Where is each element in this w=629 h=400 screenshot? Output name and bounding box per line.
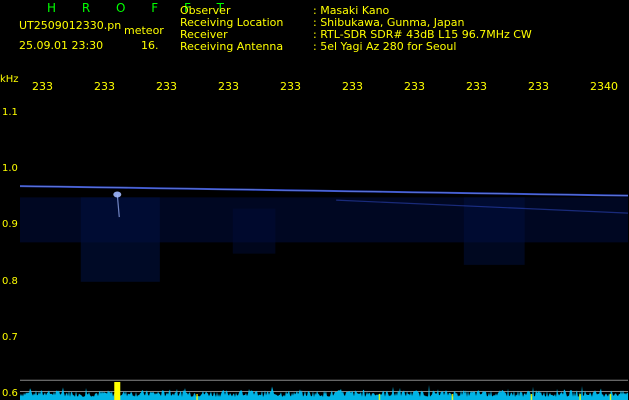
peak-speck xyxy=(378,394,381,400)
filename-label: UT2509012330.pn xyxy=(19,19,122,32)
time-axis: 233 233 233 233 233 233 233 233 233 2340 xyxy=(0,80,629,94)
time-tick-label: 233 xyxy=(280,80,301,93)
carrier-core xyxy=(20,185,628,196)
time-tick-label: 233 xyxy=(218,80,239,93)
time-tick-label: 233 xyxy=(32,80,53,93)
time-tick-label: 233 xyxy=(156,80,177,93)
noise-band xyxy=(232,208,276,254)
time-tick-label: 233 xyxy=(342,80,363,93)
freq-tick-label: 1.0 xyxy=(2,163,18,175)
peak-speck xyxy=(609,394,612,400)
time-tick-label: 233 xyxy=(528,80,549,93)
frequency-axis: 1.1 1.0 0.9 0.8 0.7 0.6 xyxy=(0,0,20,400)
time-tick-label: 2340 xyxy=(590,80,618,93)
peak-speck xyxy=(196,394,198,400)
peak-speck xyxy=(451,394,454,400)
time-tick-label: 233 xyxy=(94,80,115,93)
peak-speck xyxy=(579,394,581,400)
peak-speck xyxy=(530,394,533,400)
meta-values: : Masaki Kano : Shibukawa, Gunma, Japan … xyxy=(313,5,532,53)
noise-band xyxy=(80,197,160,282)
time-tick-label: 233 xyxy=(404,80,425,93)
time-tick-label: 233 xyxy=(466,80,487,93)
noise-floor xyxy=(20,385,628,400)
meta-label-antenna: Receiving Antenna xyxy=(180,40,284,53)
meta-value-antenna: : 5el Yagi Az 280 for Seoul xyxy=(313,40,457,53)
peak-burst xyxy=(114,382,121,400)
mode-label: meteor xyxy=(124,24,164,37)
spectrogram xyxy=(20,185,628,400)
count-label: 16. xyxy=(141,39,159,52)
meta-labels: Observer Receiving Location Receiver Rec… xyxy=(180,5,283,53)
freq-tick-label: 0.9 xyxy=(2,219,18,231)
freq-tick-label: 0.6 xyxy=(2,388,18,400)
datetime-label: 25.09.01 23:30 xyxy=(19,39,104,52)
freq-tick-label: 0.8 xyxy=(2,275,18,287)
freq-tick-label: 0.7 xyxy=(2,332,18,344)
freq-tick-label: 1.1 xyxy=(2,106,18,118)
